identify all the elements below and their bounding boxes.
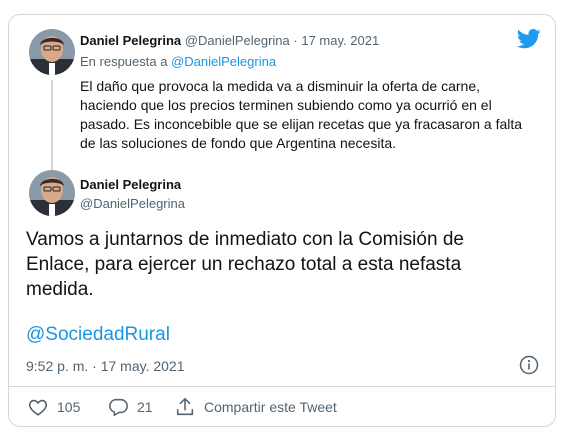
tweet-timestamp[interactable]: 9:52 p. m. · 17 may. 2021 [26,358,185,374]
avatar[interactable] [29,170,75,216]
like-count: 105 [57,399,81,415]
twitter-bird-icon[interactable] [517,29,541,49]
avatar[interactable] [29,29,75,75]
reply-button[interactable]: 21 [107,396,153,418]
heart-icon [28,399,48,416]
main-author-handle[interactable]: @DanielPelegrina [80,196,185,211]
embedded-tweet-card: Daniel Pelegrina @DanielPelegrina · 17 m… [8,14,556,427]
mention-link[interactable]: @SociedadRural [26,324,170,346]
reply-icon [109,398,128,417]
avatar-image [29,29,75,75]
info-icon[interactable] [519,355,539,375]
reply-context: En respuesta a @DanielPelegrina [80,54,276,69]
reply-tweet-header: Daniel Pelegrina @DanielPelegrina · 17 m… [80,33,379,48]
separator-dot: · [293,33,298,48]
share-button[interactable]: Compartir este Tweet [174,396,337,418]
reply-date[interactable]: 17 may. 2021 [301,33,379,48]
share-icon [176,397,194,416]
main-tweet-text: Vamos a juntarnos de inmediato con la Co… [26,229,464,300]
like-button[interactable]: 105 [27,396,80,418]
divider [9,386,555,387]
reply-tweet-text: El daño que provoca la medida va a dismi… [80,78,523,151]
reply-count: 21 [137,399,153,415]
thread-connector [51,80,53,172]
avatar-image [29,170,75,216]
reply-to-link[interactable]: @DanielPelegrina [171,54,276,69]
reply-author-handle[interactable]: @DanielPelegrina [185,33,290,48]
reply-prefix: En respuesta a [80,54,168,69]
share-label: Compartir este Tweet [204,399,337,415]
reply-author-name[interactable]: Daniel Pelegrina [80,33,181,48]
main-author-name[interactable]: Daniel Pelegrina [80,177,181,192]
